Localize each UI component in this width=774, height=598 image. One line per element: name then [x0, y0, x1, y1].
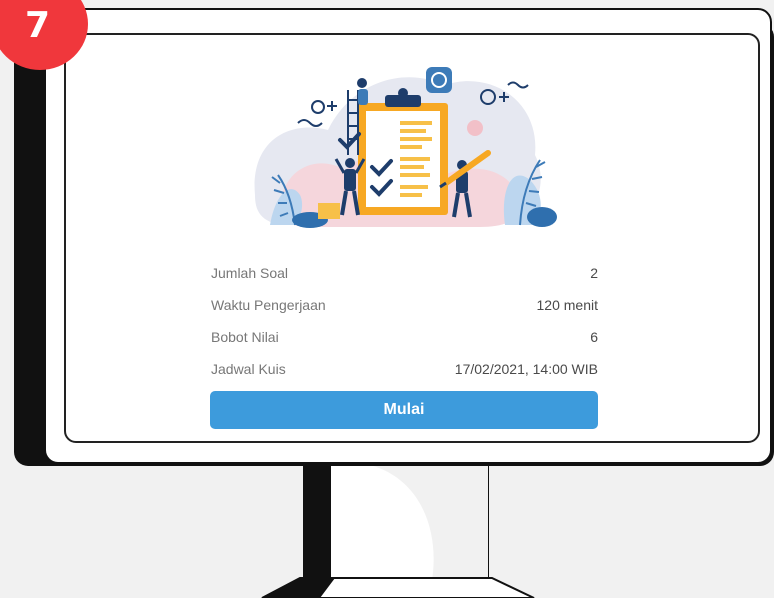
- step-number: 7: [25, 5, 51, 46]
- info-row-duration: Waktu Pengerjaan 120 menit: [211, 294, 598, 316]
- weight-value: 6: [590, 329, 598, 345]
- question-count-value: 2: [590, 265, 598, 281]
- start-quiz-button[interactable]: Mulai: [210, 391, 598, 429]
- schedule-value: 17/02/2021, 14:00 WIB: [454, 361, 598, 377]
- duration-label: Waktu Pengerjaan: [211, 297, 326, 313]
- clipboard-checklist-illustration: [254, 67, 557, 228]
- weight-label: Bobot Nilai: [211, 329, 279, 345]
- question-count-label: Jumlah Soal: [211, 265, 289, 281]
- info-row-weight: Bobot Nilai 6: [211, 326, 598, 348]
- schedule-label: Jadwal Kuis: [211, 361, 286, 377]
- duration-value: 120 menit: [536, 297, 598, 313]
- info-row-schedule: Jadwal Kuis 17/02/2021, 14:00 WIB: [211, 358, 598, 380]
- info-row-question-count: Jumlah Soal 2: [211, 262, 598, 284]
